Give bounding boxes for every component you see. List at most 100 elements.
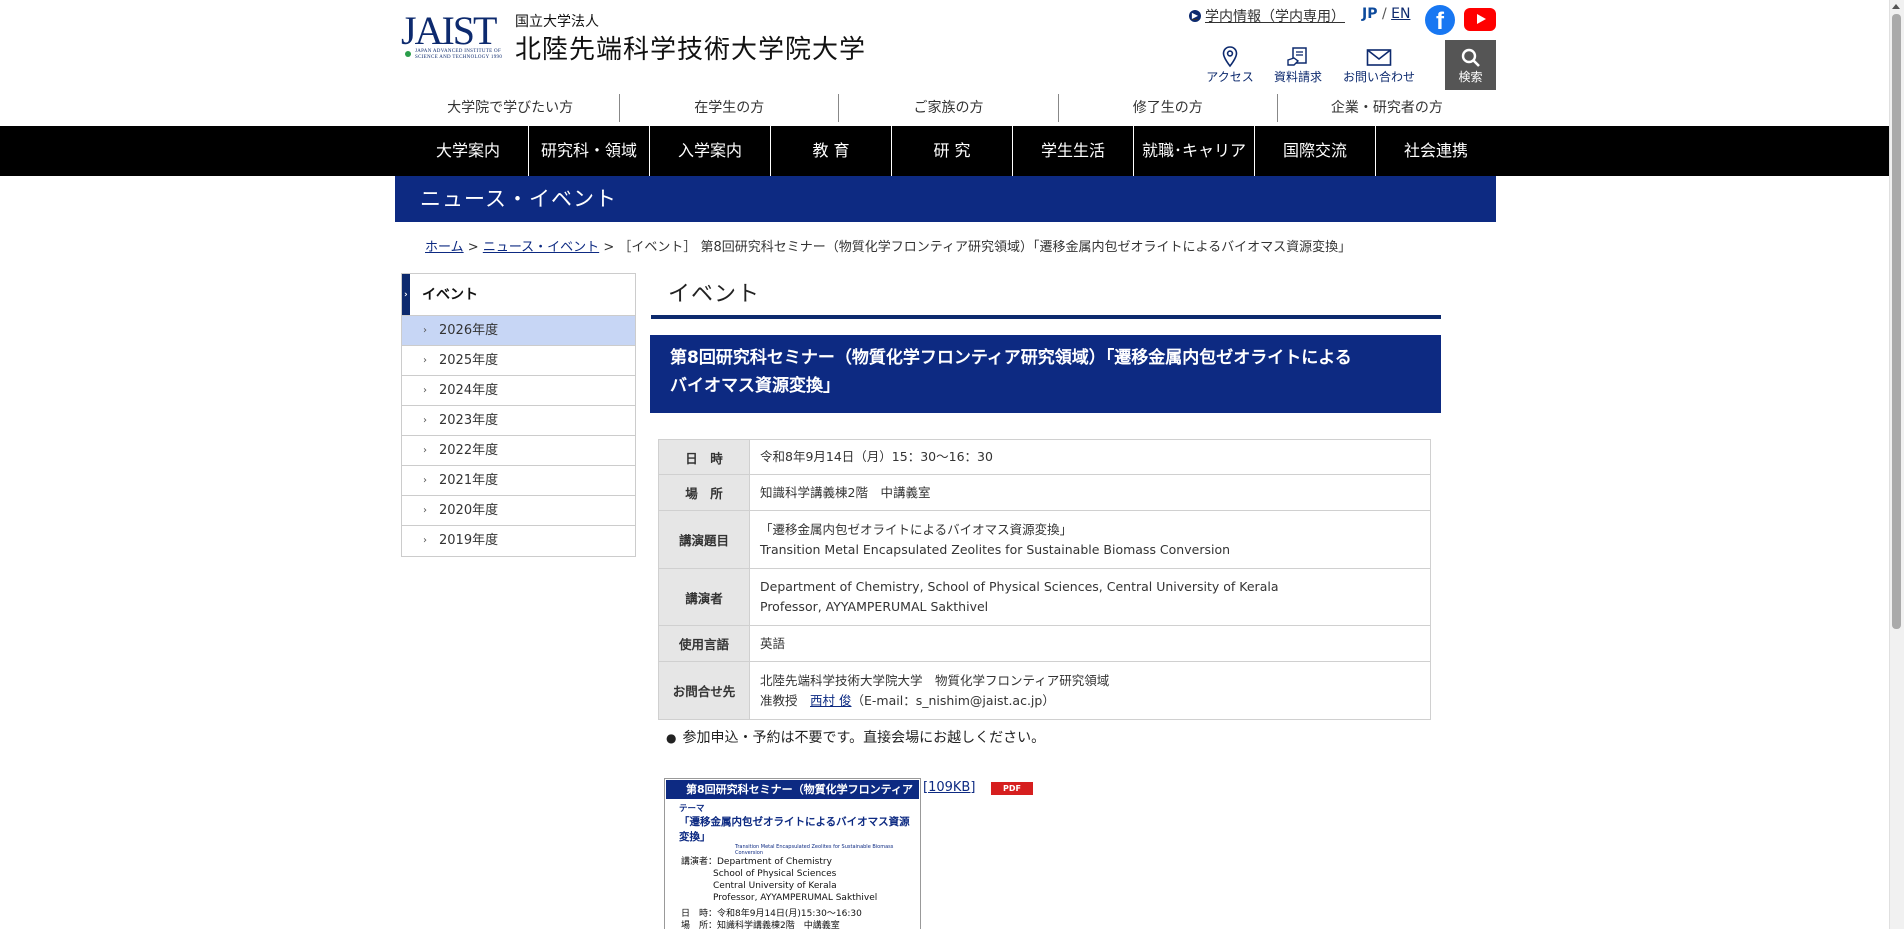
gakunai-link[interactable]: ▶ 学内情報（学内専用）	[1189, 6, 1345, 26]
place-label: 場 所	[658, 474, 750, 511]
jaist-logo[interactable]: JAIST JAPAN ADVANCED INSTITUTE OF SCIENC…	[401, 11, 509, 67]
sidebar-item-2022[interactable]: › 2022年度	[402, 436, 635, 466]
audience-family[interactable]: ご家族の方	[839, 94, 1059, 122]
section-banner: ニュース・イベント	[395, 176, 1496, 222]
lang-en[interactable]: EN	[1391, 6, 1410, 22]
contact-person: 准教授 西村 俊（E-mail：s_nishim@jaist.ac.jp）	[760, 691, 1420, 711]
flyer-theme-en: Transition Metal Encapsulated Zeolites f…	[735, 844, 894, 856]
language-switch: JP / EN	[1362, 6, 1410, 22]
nav-collaboration[interactable]: 社会連携	[1376, 126, 1496, 176]
map-pin-icon	[1222, 46, 1238, 68]
chevron-right-icon: ›	[423, 475, 427, 486]
flyer-header: 第8回研究科セミナー（物質化学フロンティア研究領域）	[666, 780, 919, 815]
sidebar-item-label: 2022年度	[439, 443, 499, 458]
breadcrumb-separator: >	[603, 240, 615, 255]
facebook-icon[interactable]: f	[1425, 5, 1455, 35]
flyer-theme-label: テーマ	[679, 804, 705, 814]
nav-schools[interactable]: 研究科・領域	[529, 126, 650, 176]
nav-about[interactable]: 大学案内	[408, 126, 529, 176]
audience-current[interactable]: 在学生の方	[620, 94, 840, 122]
sidebar: › イベント › 2026年度 › 2025年度 › 2024年度 › 2023年度 ›…	[401, 273, 636, 557]
notice-text: 参加申込・予約は不要です。直接会場にお越しください。	[682, 730, 1046, 746]
gakunai-link-label: 学内情報（学内専用）	[1205, 9, 1345, 25]
chevron-right-icon: ›	[423, 535, 427, 546]
table-row: 使用言語 英語	[658, 625, 1431, 662]
lang-separator: /	[1381, 6, 1387, 22]
lang-jp[interactable]: JP	[1362, 6, 1377, 22]
flyer-thumbnail[interactable]: 第8回研究科セミナー（物質化学フロンティア研究領域） テーマ 「遷移金属内包ゼオ…	[664, 778, 921, 929]
nav-admissions[interactable]: 入学案内	[650, 126, 771, 176]
breadcrumb-separator: >	[467, 240, 479, 255]
flyer-place: 場 所：知識科学講義棟2階 中講義室	[681, 921, 840, 929]
scrollbar[interactable]	[1889, 0, 1904, 929]
datetime-value: 令和8年9月14日（月）15：30～16：30	[749, 439, 1431, 475]
youtube-icon[interactable]	[1464, 8, 1496, 31]
table-row: 講演者 Department of Chemistry, School of P…	[658, 568, 1431, 626]
arrow-circle-icon: ▶	[1189, 10, 1201, 22]
sidebar-item-2025[interactable]: › 2025年度	[402, 346, 635, 376]
audience-alumni[interactable]: 修了生の方	[1059, 94, 1278, 122]
breadcrumb-current: ［イベント］ 第8回研究科セミナー（物質化学フロンティア研究領域）「遷移金属内包…	[618, 240, 1352, 255]
sidebar-item-2020[interactable]: › 2020年度	[402, 496, 635, 526]
chevron-right-icon: ›	[423, 415, 427, 426]
topic-ja: 「遷移金属内包ゼオライトによるバイオマス資源変換」	[760, 521, 1073, 537]
pdf-link[interactable]: [109KB]	[923, 780, 975, 795]
sidebar-heading-label: イベント	[422, 287, 478, 303]
contact-org: 北陸先端科学技術大学院大学 物質化学フロンティア研究領域	[760, 672, 1110, 688]
chevron-right-icon: ›	[423, 355, 427, 366]
contact-link[interactable]: お問い合わせ	[1340, 46, 1418, 85]
sidebar-item-label: 2024年度	[439, 383, 499, 398]
audience-industry[interactable]: 企業・研究者の方	[1278, 94, 1496, 122]
place-value: 知識科学講義棟2階 中講義室	[749, 474, 1431, 511]
scrollbar-thumb[interactable]	[1892, 14, 1901, 629]
breadcrumb-news[interactable]: ニュース・イベント	[483, 240, 599, 255]
audience-prospective[interactable]: 大学院で学びたい方	[401, 94, 621, 122]
request-link[interactable]: 資料請求	[1270, 46, 1326, 85]
nav-international[interactable]: 国際交流	[1255, 126, 1376, 176]
search-button[interactable]: 検索	[1445, 40, 1496, 90]
pdf-icon: PDF	[991, 782, 1033, 795]
flyer-speaker: 講演者：Department of Chemistry	[681, 857, 832, 867]
envelope-icon	[1366, 49, 1392, 66]
table-row: 日 時 令和8年9月14日（月）15：30～16：30	[658, 439, 1431, 475]
bullet-icon: ●	[666, 731, 677, 745]
table-row: 場 所 知識科学講義棟2階 中講義室	[658, 474, 1431, 511]
sidebar-item-2026[interactable]: › 2026年度	[402, 316, 635, 346]
logo-dot	[405, 51, 411, 57]
language-value: 英語	[749, 625, 1431, 662]
sidebar-item-2021[interactable]: › 2021年度	[402, 466, 635, 496]
nav-research[interactable]: 研 究	[892, 126, 1013, 176]
flyer-speaker: Professor, AYYAMPERUMAL Sakthivel	[713, 893, 878, 903]
table-row: 講演題目 「遷移金属内包ゼオライトによるバイオマス資源変換」 Transitio…	[658, 510, 1431, 569]
sidebar-item-2024[interactable]: › 2024年度	[402, 376, 635, 406]
event-title: 第8回研究科セミナー（物質化学フロンティア研究領域）「遷移金属内包ゼオライトによ…	[650, 335, 1441, 413]
access-link[interactable]: アクセス	[1205, 46, 1255, 85]
nav-career[interactable]: 就職･キャリア	[1134, 126, 1255, 176]
contact-label: お問い合わせ	[1342, 70, 1415, 84]
flyer-date: 日 時：令和8年9月14日(月)15:30～16:30	[681, 909, 862, 919]
sidebar-item-label: 2021年度	[439, 473, 499, 488]
univ-name[interactable]: 北陸先端科学技術大学院大学	[515, 29, 866, 66]
sidebar-item-2023[interactable]: › 2023年度	[402, 406, 635, 436]
contact-name-link[interactable]: 西村 俊	[810, 693, 851, 708]
chevron-right-icon: ›	[404, 290, 408, 300]
title-underline	[651, 315, 1441, 319]
breadcrumb-home[interactable]: ホーム	[425, 240, 464, 255]
notice: ● 参加申込・予約は不要です。直接会場にお越しください。	[666, 727, 1045, 747]
nav-student-life[interactable]: 学生生活	[1013, 126, 1134, 176]
table-row: お問合せ先 北陸先端科学技術大学院大学 物質化学フロンティア研究領域 准教授 西…	[658, 661, 1431, 720]
speaker-value: Department of Chemistry, School of Physi…	[749, 568, 1431, 626]
sidebar-item-label: 2025年度	[439, 353, 499, 368]
audience-nav: 大学院で学びたい方 在学生の方 ご家族の方 修了生の方 企業・研究者の方	[401, 94, 1496, 122]
speaker-name: Professor, AYYAMPERUMAL Sakthivel	[760, 599, 989, 614]
document-hand-icon	[1287, 47, 1307, 66]
access-label: アクセス	[1206, 70, 1254, 84]
sidebar-item-2019[interactable]: › 2019年度	[402, 526, 635, 556]
scroll-up-icon[interactable]	[1892, 4, 1900, 9]
speaker-label: 講演者	[658, 568, 750, 626]
contact-email: （E-mail：s_nishim@jaist.ac.jp）	[851, 692, 1055, 708]
sidebar-item-label: 2023年度	[439, 413, 499, 428]
sidebar-item-label: 2020年度	[439, 503, 499, 518]
sidebar-heading[interactable]: › イベント	[402, 274, 635, 316]
nav-education[interactable]: 教 育	[771, 126, 892, 176]
